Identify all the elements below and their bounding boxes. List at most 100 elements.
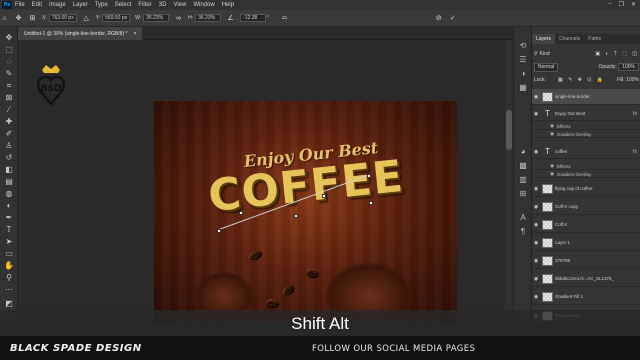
move-tool-preset-icon[interactable]: ✥: [14, 14, 23, 23]
more-tools-icon[interactable]: ⋯: [3, 285, 15, 295]
shape-tool-icon[interactable]: ▭: [3, 249, 15, 259]
effect-visibility-icon[interactable]: ◉: [532, 163, 554, 169]
filter-icons[interactable]: ▣ ◐ T ⬚ ◫: [595, 51, 639, 57]
transform-handle[interactable]: [294, 214, 298, 218]
x-value[interactable]: 763.00 px: [48, 14, 77, 22]
menu-help[interactable]: Help: [222, 2, 234, 8]
w-field[interactable]: W: 36.23%: [135, 14, 170, 22]
move-tool-icon[interactable]: ✥: [3, 33, 15, 43]
menu-select[interactable]: Select: [115, 2, 132, 8]
lasso-tool-icon[interactable]: ◌: [3, 57, 15, 67]
filter-kind-select[interactable]: Kind: [540, 51, 550, 57]
h-field[interactable]: H: 36.23%: [188, 14, 222, 22]
blur-tool-icon[interactable]: ◍: [3, 189, 15, 199]
x-field[interactable]: X: 763.00 px: [42, 14, 77, 22]
libraries-icon[interactable]: ▦: [518, 83, 528, 93]
menu-image[interactable]: Image: [49, 2, 66, 8]
cancel-transform-icon[interactable]: ⊘: [434, 14, 443, 23]
layer-row[interactable]: ◉ T Enjoy Our Best fx: [532, 107, 640, 121]
opacity-input[interactable]: 100%: [618, 63, 639, 71]
w-value[interactable]: 36.23%: [143, 14, 170, 22]
photoshop-app-icon[interactable]: Ps: [2, 1, 12, 9]
lock-icons[interactable]: ▦ ✎ ✥ ⊡ 🔒: [558, 77, 605, 83]
reference-point-icon[interactable]: ⊞: [28, 14, 37, 23]
blend-mode-select[interactable]: Normal: [534, 63, 559, 72]
restore-icon[interactable]: ❐: [619, 1, 624, 8]
path-select-tool-icon[interactable]: ➤: [3, 237, 15, 247]
eye-icon[interactable]: ◉: [532, 149, 540, 155]
history-brush-tool-icon[interactable]: ↺: [3, 153, 15, 163]
commit-transform-icon[interactable]: ✓: [448, 14, 457, 23]
menu-view[interactable]: View: [173, 2, 186, 8]
layer-row[interactable]: ◉ flying cup of coffee: [532, 181, 640, 197]
effect-visibility-icon[interactable]: ◉: [532, 131, 554, 137]
transform-handle[interactable]: [369, 201, 373, 205]
layer-effect-row[interactable]: ◉ Gradient Overlay: [532, 131, 640, 138]
tab-layers[interactable]: Layers: [532, 34, 556, 44]
eraser-tool-icon[interactable]: ◧: [3, 165, 15, 175]
patterns-icon[interactable]: ⊞: [518, 189, 528, 199]
menu-layer[interactable]: Layer: [73, 2, 88, 8]
transform-center-handle[interactable]: [322, 194, 326, 198]
layer-row[interactable]: ◉ Tcoffee fx: [532, 145, 640, 159]
gradient-tool-icon[interactable]: ▤: [3, 177, 15, 187]
layer-effect-row[interactable]: ◉ Gradient Overlay: [532, 171, 640, 178]
fill-input[interactable]: 100%: [626, 77, 639, 83]
eyedropper-tool-icon[interactable]: ⁄: [3, 105, 15, 115]
paragraph-icon[interactable]: ¶: [518, 227, 528, 237]
tab-paths[interactable]: Paths: [584, 34, 605, 44]
type-tool-icon[interactable]: T: [3, 225, 15, 235]
layer-row[interactable]: ◉ single-line-border: [532, 89, 640, 105]
eye-icon[interactable]: ◉: [532, 111, 540, 117]
fx-icon[interactable]: fx: [633, 149, 637, 155]
properties-icon[interactable]: ☰: [518, 55, 528, 65]
dodge-tool-icon[interactable]: ◐: [3, 201, 15, 211]
h-value[interactable]: 36.23%: [195, 14, 222, 22]
menu-edit[interactable]: Edit: [32, 2, 42, 8]
eye-icon[interactable]: ◉: [532, 186, 540, 192]
menu-type[interactable]: Type: [95, 2, 108, 8]
y-field[interactable]: Y: 569.50 px: [96, 14, 131, 22]
layer-effect-row[interactable]: ◉ Effects: [532, 163, 640, 170]
menu-filter[interactable]: Filter: [138, 2, 151, 8]
coffee-poster-artboard[interactable]: Enjoy Our Best COFFEE: [154, 101, 457, 322]
pen-tool-icon[interactable]: ✒: [3, 213, 15, 223]
angle-value[interactable]: -12.38: [240, 14, 267, 22]
close-icon[interactable]: ✕: [631, 1, 636, 8]
eye-icon[interactable]: ◉: [532, 276, 540, 282]
effect-visibility-icon[interactable]: ◉: [532, 123, 554, 129]
delta-icon[interactable]: △: [82, 14, 91, 23]
menu-3d[interactable]: 3D: [159, 2, 167, 8]
fx-icon[interactable]: fx: [633, 111, 637, 117]
marquee-tool-icon[interactable]: ⬚: [3, 45, 15, 55]
layer-effect-row[interactable]: ◉ Effects: [532, 123, 640, 130]
eye-icon[interactable]: ◉: [532, 94, 540, 100]
swatches-icon[interactable]: ▩: [518, 161, 528, 171]
link-icon[interactable]: ∞: [174, 14, 183, 23]
color-swatch-icon[interactable]: ◩: [3, 299, 15, 309]
brush-tool-icon[interactable]: ✐: [3, 129, 15, 139]
vertical-scrollbar[interactable]: [505, 40, 513, 322]
home-icon[interactable]: ⌂: [0, 14, 9, 23]
healing-tool-icon[interactable]: ✚: [3, 117, 15, 127]
eye-icon[interactable]: ◉: [532, 222, 540, 228]
scrollbar-thumb[interactable]: [506, 110, 512, 150]
transform-handle[interactable]: [217, 229, 221, 233]
layer-row[interactable]: ◉ Layer 1: [532, 235, 640, 251]
hand-tool-icon[interactable]: ✋: [3, 261, 15, 271]
zoom-tool-icon[interactable]: ⚲: [3, 273, 15, 283]
crop-tool-icon[interactable]: ⌗: [3, 81, 15, 91]
eye-icon[interactable]: ◉: [532, 258, 540, 264]
eye-icon[interactable]: ◉: [532, 240, 540, 246]
layer-row[interactable]: ◉ Gradient Fill 1: [532, 289, 640, 305]
layer-row[interactable]: ◉ 5bbd5c19c1Al...AC_SL1376_: [532, 271, 640, 287]
stamp-tool-icon[interactable]: ♙: [3, 141, 15, 151]
document-tab[interactable]: Untitled-1 @ 39% (single-line-border, RG…: [18, 27, 143, 40]
character-icon[interactable]: A: [518, 213, 528, 223]
close-tab-icon[interactable]: ×: [133, 31, 136, 37]
effect-visibility-icon[interactable]: ◉: [532, 171, 554, 177]
adjustments-icon[interactable]: ◑: [518, 69, 528, 79]
gradients-icon[interactable]: ▥: [518, 175, 528, 185]
transform-handle[interactable]: [239, 211, 243, 215]
layer-row[interactable]: ◉ 370799: [532, 253, 640, 269]
